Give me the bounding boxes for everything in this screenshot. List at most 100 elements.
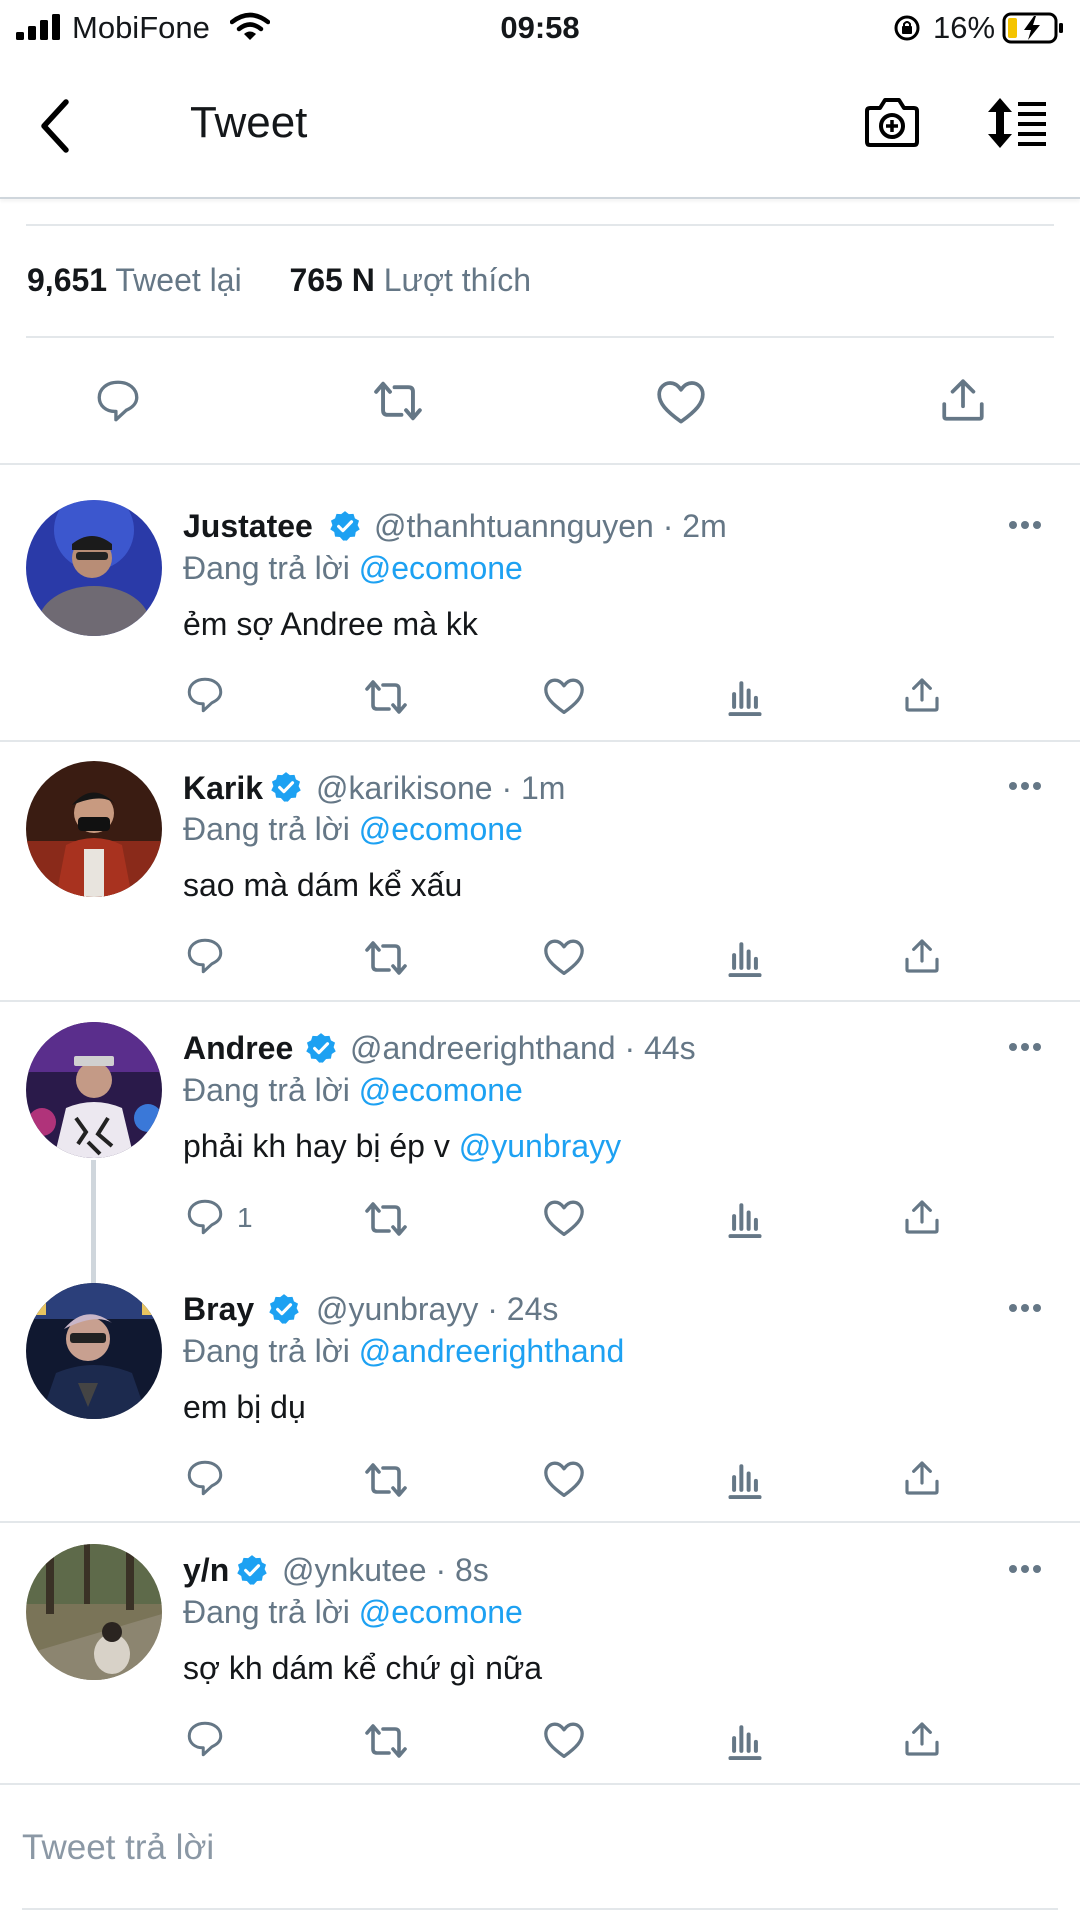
- share-icon[interactable]: [902, 674, 942, 716]
- reply-author-name[interactable]: Andree: [183, 1030, 293, 1067]
- reply-icon[interactable]: [183, 674, 227, 716]
- heart-icon[interactable]: [542, 937, 586, 977]
- share-icon[interactable]: [902, 1718, 942, 1760]
- page-title: Tweet: [190, 98, 308, 147]
- reply-author-name[interactable]: y/n: [183, 1552, 229, 1589]
- divider: [26, 336, 1054, 338]
- verified-badge-icon: [306, 1033, 336, 1063]
- like-label[interactable]: Lượt thích: [384, 262, 531, 298]
- rotation-lock-icon: [894, 15, 920, 41]
- reply-handle[interactable]: @karikisone · 1m: [316, 770, 565, 807]
- divider: [0, 463, 1080, 465]
- reply-text-mention[interactable]: @yunbrayy: [459, 1128, 621, 1164]
- battery-percent: 16%: [933, 10, 996, 45]
- avatar[interactable]: [26, 761, 162, 897]
- replying-prefix: Đang trả lời: [183, 1072, 350, 1108]
- replying-to-line: Đang trả lời @andreerighthand: [183, 1333, 624, 1370]
- avatar[interactable]: [26, 1544, 162, 1680]
- heart-icon[interactable]: [654, 378, 708, 426]
- replying-mention[interactable]: @ecomone: [359, 1072, 523, 1108]
- reply-handle[interactable]: @ynkutee · 8s: [282, 1552, 489, 1589]
- reply-icon[interactable]: [183, 1457, 227, 1499]
- avatar-image: [26, 761, 162, 897]
- retweet-icon[interactable]: [362, 1721, 410, 1761]
- reply-compose-input[interactable]: Tweet trả lời: [22, 1828, 214, 1868]
- retweet-icon[interactable]: [362, 677, 410, 717]
- reply-handle[interactable]: @yunbrayy · 24s: [316, 1291, 558, 1328]
- more-options-icon[interactable]: [1008, 1042, 1042, 1052]
- avatar[interactable]: [26, 1022, 162, 1158]
- more-options-icon[interactable]: [1008, 1303, 1042, 1313]
- replying-mention[interactable]: @andreerighthand: [359, 1333, 625, 1369]
- reply-icon[interactable]: [92, 376, 144, 426]
- replying-to-line: Đang trả lời @ecomone: [183, 550, 523, 587]
- share-icon[interactable]: [902, 1196, 942, 1238]
- verified-badge-icon: [269, 1294, 299, 1324]
- camera-plus-icon[interactable]: [864, 96, 920, 148]
- heart-icon[interactable]: [542, 1720, 586, 1760]
- reply-handle[interactable]: @thanhtuannguyen · 2m: [374, 508, 727, 545]
- replying-mention[interactable]: @ecomone: [359, 1594, 523, 1630]
- retweet-icon[interactable]: [362, 938, 410, 978]
- retweet-label[interactable]: Tweet lại: [115, 262, 241, 298]
- battery-charging-icon: [1002, 12, 1063, 44]
- heart-icon[interactable]: [542, 676, 586, 716]
- reply-author-name[interactable]: Justatee: [183, 508, 313, 545]
- chevron-left-icon[interactable]: [36, 98, 76, 154]
- retweet-icon[interactable]: [362, 1199, 410, 1239]
- replying-prefix: Đang trả lời: [183, 1333, 350, 1369]
- more-options-icon[interactable]: [1008, 781, 1042, 791]
- reply-author-name[interactable]: Bray: [183, 1291, 254, 1328]
- replying-prefix: Đang trả lời: [183, 811, 350, 847]
- thread-connector-line: [91, 1160, 96, 1283]
- analytics-icon[interactable]: [726, 676, 764, 716]
- analytics-icon[interactable]: [726, 1720, 764, 1760]
- replying-prefix: Đang trả lời: [183, 1594, 350, 1630]
- divider: [26, 224, 1054, 226]
- reply-text: sao mà dám kể xấu: [183, 867, 463, 903]
- divider: [0, 1521, 1080, 1523]
- replying-to-line: Đang trả lời @ecomone: [183, 811, 523, 848]
- heart-icon[interactable]: [542, 1459, 586, 1499]
- analytics-icon[interactable]: [726, 1459, 764, 1499]
- replying-mention[interactable]: @ecomone: [359, 550, 523, 586]
- divider: [0, 1000, 1080, 1002]
- share-icon[interactable]: [938, 374, 988, 426]
- avatar-image: [26, 500, 162, 636]
- share-icon[interactable]: [902, 1457, 942, 1499]
- avatar-image: [26, 1022, 162, 1158]
- replying-mention[interactable]: @ecomone: [359, 811, 523, 847]
- divider: [0, 740, 1080, 742]
- heart-icon[interactable]: [542, 1198, 586, 1238]
- more-options-icon[interactable]: [1008, 520, 1042, 530]
- retweet-icon[interactable]: [362, 1460, 410, 1500]
- reply-handle[interactable]: @andreerighthand · 44s: [350, 1030, 696, 1067]
- divider: [0, 1783, 1080, 1785]
- verified-badge-icon: [237, 1555, 267, 1585]
- avatar-image: [26, 1283, 162, 1419]
- sort-list-icon[interactable]: [986, 98, 1050, 148]
- reply-icon[interactable]: [183, 935, 227, 977]
- verified-badge-icon: [271, 772, 301, 802]
- replying-prefix: Đang trả lời: [183, 550, 350, 586]
- avatar-image: [26, 1544, 162, 1680]
- reply-text: ẻm sợ Andree mà kk: [183, 606, 478, 642]
- retweet-count[interactable]: 9,651: [27, 262, 107, 298]
- analytics-icon[interactable]: [726, 1198, 764, 1238]
- like-count[interactable]: 765 N: [289, 262, 374, 298]
- replying-to-line: Đang trả lời @ecomone: [183, 1072, 523, 1109]
- top-nav-bar: Tweet: [0, 70, 1080, 198]
- reply-author-name[interactable]: Karik: [183, 770, 263, 807]
- status-bar: MobiFone 09:58 16%: [0, 0, 1080, 56]
- replying-to-line: Đang trả lời @ecomone: [183, 1594, 523, 1631]
- tweet-stats: 9,651 Tweet lại 765 N Lượt thích: [27, 262, 531, 299]
- reply-icon[interactable]: [183, 1718, 227, 1760]
- reply-icon[interactable]: [183, 1196, 227, 1238]
- avatar[interactable]: [26, 500, 162, 636]
- more-options-icon[interactable]: [1008, 1564, 1042, 1574]
- header-divider: [0, 197, 1080, 199]
- avatar[interactable]: [26, 1283, 162, 1419]
- share-icon[interactable]: [902, 935, 942, 977]
- analytics-icon[interactable]: [726, 937, 764, 977]
- retweet-icon[interactable]: [370, 378, 426, 424]
